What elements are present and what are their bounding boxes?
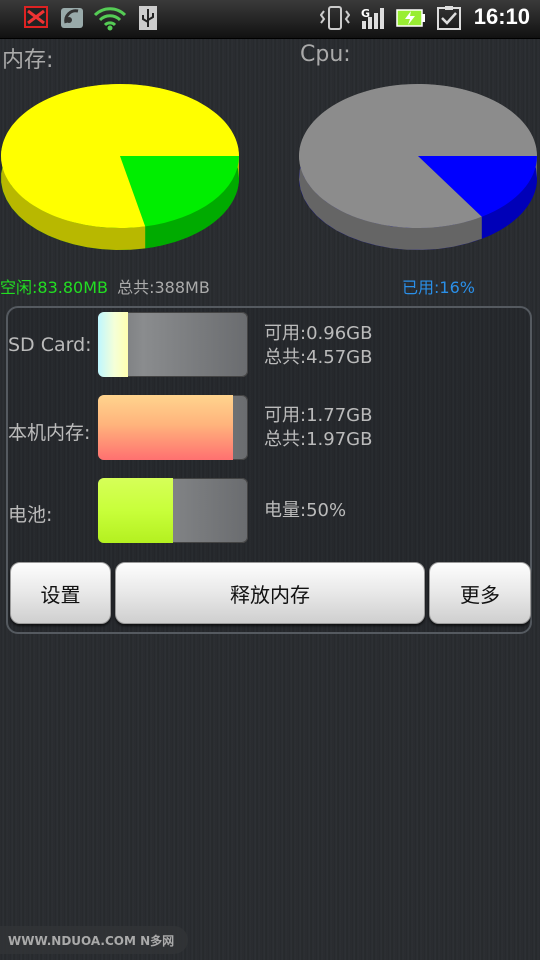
internal-storage-usage-fill bbox=[98, 395, 233, 460]
internal-storage-available: 可用:1.77GB bbox=[264, 405, 373, 426]
battery-level-fill bbox=[98, 478, 173, 543]
memory-pie-chart bbox=[1, 84, 240, 250]
svg-text:G: G bbox=[361, 7, 370, 20]
sd-card-info: 可用:0.96GB 总共:4.57GB bbox=[264, 322, 372, 370]
sd-card-available: 可用:0.96GB bbox=[264, 323, 373, 344]
wifi-icon bbox=[93, 7, 127, 31]
internal-storage-usage-bar bbox=[98, 395, 248, 460]
internal-storage-info: 可用:1.77GB 总共:1.97GB bbox=[264, 404, 372, 452]
cpu-label: Cpu: bbox=[300, 42, 351, 67]
memory-free-text: 空闲:83.80MB bbox=[0, 278, 108, 297]
memory-total-text: 总共:388MB bbox=[117, 278, 210, 297]
release-memory-button[interactable]: 释放内存 bbox=[115, 562, 425, 624]
satellite-icon bbox=[61, 8, 83, 28]
battery-level-bar bbox=[98, 478, 248, 543]
battery-charging-icon bbox=[396, 9, 425, 27]
internal-storage-label: 本机内存: bbox=[8, 422, 91, 444]
cpu-pie-chart bbox=[299, 84, 537, 250]
vibrate-icon bbox=[320, 6, 350, 30]
status-bar: G 16:10 bbox=[0, 0, 540, 39]
watermark: WWW.NDUOA.COM N多网 bbox=[0, 926, 188, 954]
more-button[interactable]: 更多 bbox=[429, 562, 531, 624]
internal-storage-total: 总共:1.97GB bbox=[264, 429, 373, 450]
usb-icon bbox=[139, 6, 157, 30]
cpu-used-text: 已用:16% bbox=[402, 278, 475, 297]
signal-g-icon: G bbox=[361, 7, 384, 29]
checkbox-icon bbox=[437, 6, 461, 30]
sd-card-label: SD Card: bbox=[8, 334, 92, 356]
battery-label: 电池: bbox=[8, 504, 53, 526]
battery-level-text: 电量:50% bbox=[264, 500, 347, 521]
sd-card-usage-fill bbox=[98, 312, 128, 377]
settings-button[interactable]: 设置 bbox=[10, 562, 111, 624]
memory-stats: 空闲:83.80MB 总共:388MB bbox=[0, 274, 210, 298]
sd-card-usage-bar bbox=[98, 312, 248, 377]
missed-call-icon bbox=[24, 6, 48, 28]
clock-time: 16:10 bbox=[473, 4, 530, 29]
sd-card-total: 总共:4.57GB bbox=[264, 347, 373, 368]
